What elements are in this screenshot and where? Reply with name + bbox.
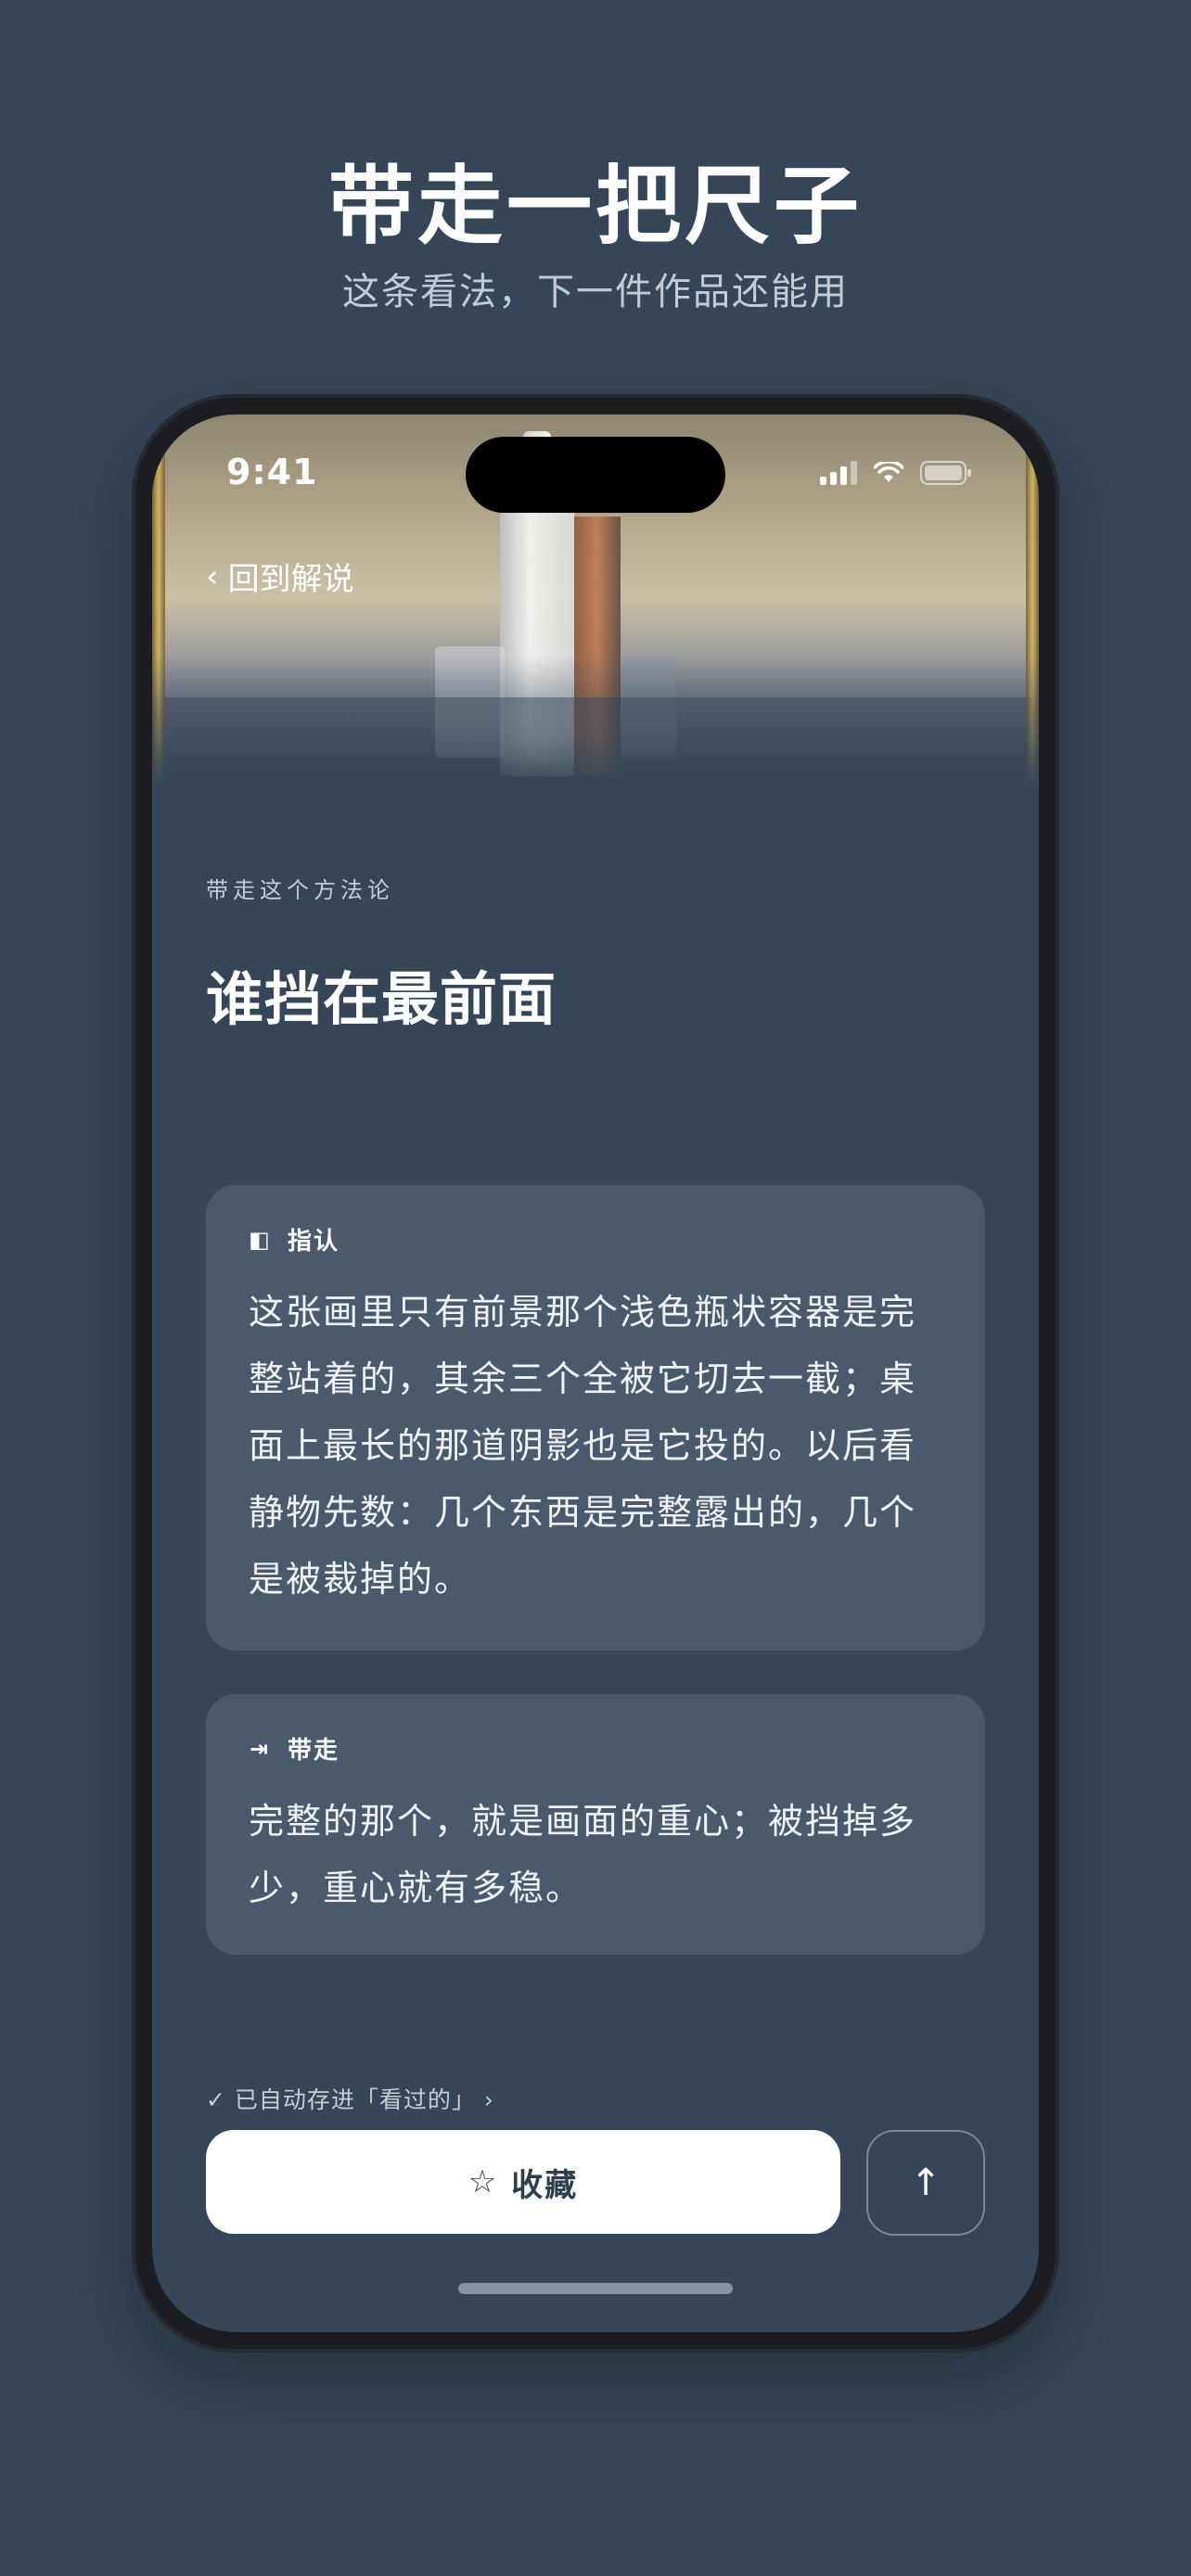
card-label: 指认 xyxy=(288,1228,340,1256)
painting-fade-overlay xyxy=(152,656,1039,785)
card-body: 这张画里只有前景那个浅色瓶状容器是完整站着的，其余三个全被它切去一截；桌面上最长… xyxy=(249,1292,917,1600)
phone-screen: 9:41 ‹ 回到解说 带走这个方法论 谁挡在最前面 ◧ 指认 这张画里只有前景… xyxy=(152,414,1039,2332)
card-header: ◧ 指认 xyxy=(249,1222,942,1256)
takeaway-card: ⇥ 带走 完整的那个，就是画面的重心；被挡掉多少，重心就有多稳。 xyxy=(206,1694,985,1955)
autosave-note-link[interactable]: ✓ 已自动存进「看过的」 › xyxy=(206,2082,494,2115)
arrow-to-right-icon: ⇥ xyxy=(249,1735,271,1762)
status-time: 9:41 xyxy=(226,452,318,492)
signal-icon xyxy=(820,461,857,485)
back-to-commentary-link[interactable]: ‹ 回到解说 xyxy=(206,554,354,599)
half-square-icon: ◧ xyxy=(249,1226,272,1253)
section-title: 谁挡在最前面 xyxy=(206,965,557,1033)
status-icons xyxy=(820,459,972,487)
card-body: 完整的那个，就是画面的重心；被挡掉多少，重心就有多稳。 xyxy=(249,1801,917,1908)
scroll-up-button[interactable]: ↑ xyxy=(866,2130,985,2236)
favorite-button[interactable]: ☆ 收藏 xyxy=(206,2130,840,2234)
section-kicker: 带走这个方法论 xyxy=(206,877,394,903)
hero-title: 带走一把尺子 xyxy=(327,157,863,256)
card-header: ⇥ 带走 xyxy=(249,1731,942,1766)
battery-icon xyxy=(920,461,972,485)
wifi-icon xyxy=(874,462,903,484)
dynamic-island xyxy=(466,437,725,513)
identify-card: ◧ 指认 这张画里只有前景那个浅色瓶状容器是完整站着的，其余三个全被它切去一截；… xyxy=(206,1185,985,1651)
star-icon: ☆ xyxy=(467,2163,499,2200)
chevron-left-icon: ‹ xyxy=(206,557,219,595)
hero-subtitle: 这条看法，下一件作品还能用 xyxy=(342,271,849,313)
back-link-label: 回到解说 xyxy=(227,561,354,598)
favorite-button-label: 收藏 xyxy=(511,2166,579,2204)
card-label: 带走 xyxy=(288,1737,340,1765)
page: 带走一把尺子 这条看法，下一件作品还能用 9:41 ‹ 回到解说 带走这个方法论… xyxy=(0,0,1191,2576)
phone-frame: 9:41 ‹ 回到解说 带走这个方法论 谁挡在最前面 ◧ 指认 这张画里只有前景… xyxy=(132,394,1059,2353)
home-indicator[interactable] xyxy=(458,2283,733,2294)
arrow-up-icon: ↑ xyxy=(910,2162,941,2204)
